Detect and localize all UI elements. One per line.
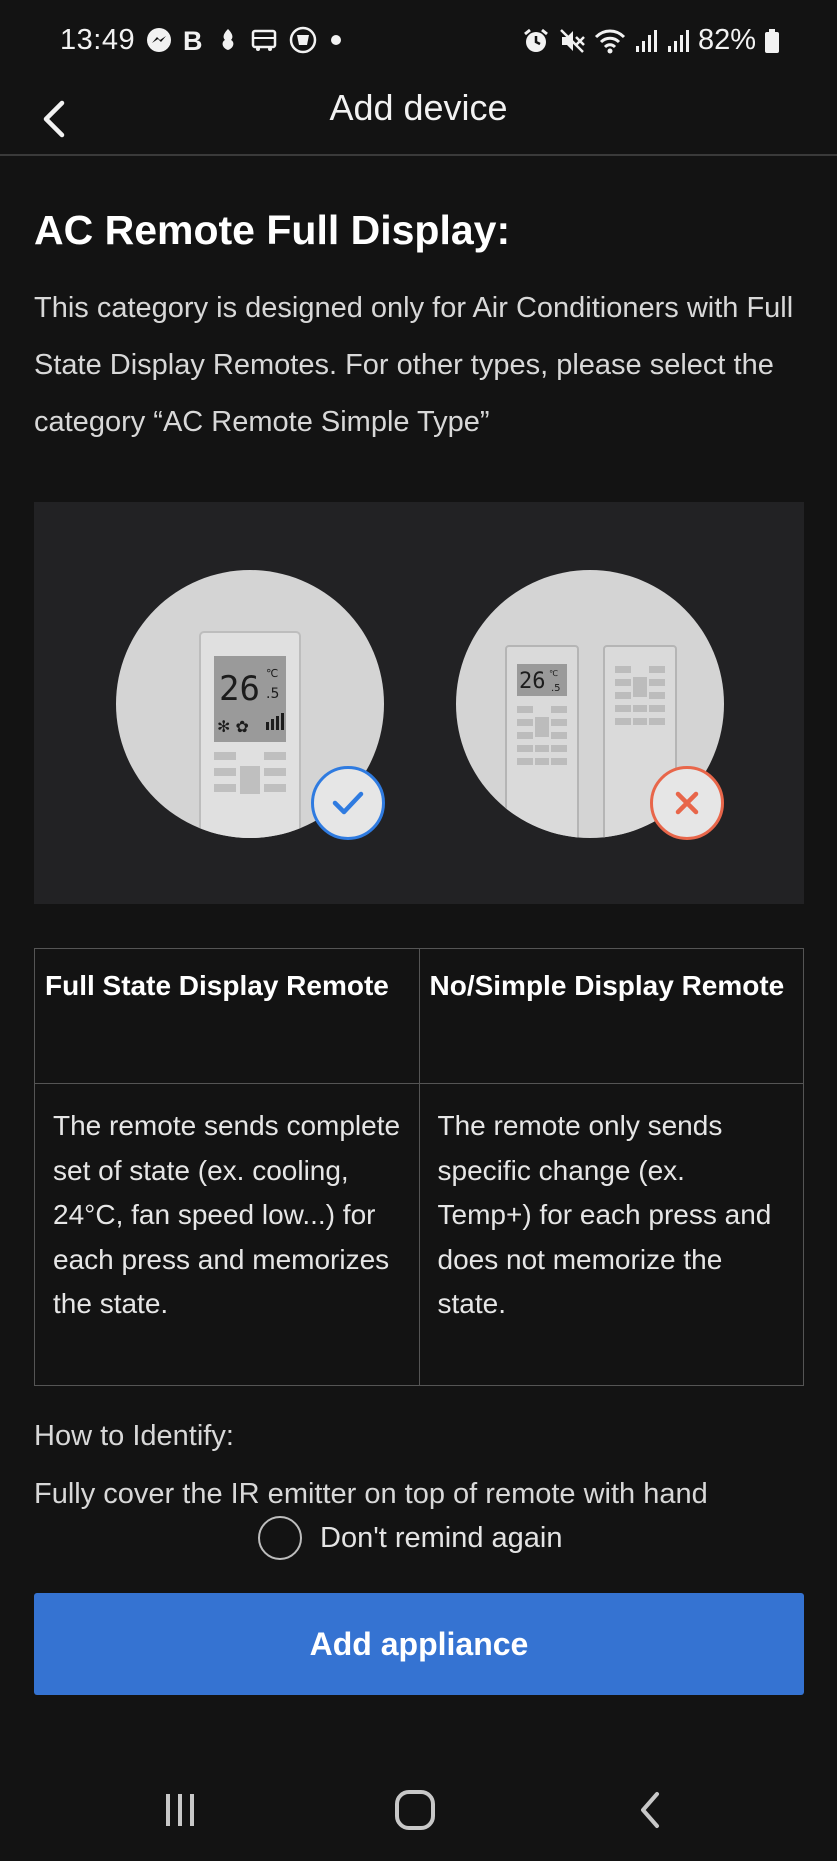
b-app-icon: B — [182, 27, 206, 53]
notification-icon — [216, 27, 240, 53]
recents-button[interactable] — [140, 1778, 220, 1842]
table-cell-full-description: The remote sends complete set of state (… — [34, 1083, 420, 1386]
home-icon — [395, 1790, 435, 1830]
home-button[interactable] — [375, 1778, 455, 1842]
status-system-icons: 82% — [522, 24, 780, 57]
main-content: AC Remote Full Display: This category is… — [34, 156, 804, 451]
recents-icon — [166, 1794, 194, 1826]
messenger-icon — [146, 27, 172, 53]
identify-text: Fully cover the IR emitter on top of rem… — [34, 1478, 708, 1510]
table-row: The remote sends complete set of state (… — [34, 1083, 804, 1386]
left-display-fraction: .5 — [266, 686, 279, 702]
dont-remind-radio[interactable] — [258, 1516, 302, 1560]
intro-text: This category is designed only for Air C… — [34, 292, 794, 438]
check-icon — [332, 791, 364, 815]
section-heading: AC Remote Full Display: — [34, 207, 511, 253]
signal-icon — [634, 28, 658, 54]
signal-icon — [666, 28, 690, 54]
page-title: Add device — [329, 87, 508, 128]
add-appliance-button[interactable]: Add appliance — [34, 1593, 804, 1695]
battery-icon — [764, 28, 780, 54]
dont-remind-label: Don't remind again — [320, 1521, 563, 1554]
left-display-temp: 26 — [219, 669, 260, 709]
emblem-icon — [288, 26, 318, 54]
dot-icon — [328, 32, 344, 48]
left-display-unit: ℃ — [266, 667, 278, 680]
unsupported-badge — [650, 766, 724, 840]
table-header-simple: No/Simple Display Remote — [418, 948, 804, 1084]
right-display-temp: 26 — [519, 669, 546, 694]
dont-remind-option[interactable]: Don't remind again — [258, 1515, 563, 1561]
remote-comparison-table: Full State Display Remote No/Simple Disp… — [34, 948, 804, 1386]
status-notification-icons: B — [146, 26, 344, 54]
identify-label: How to Identify: — [34, 1420, 234, 1452]
back-icon — [641, 1792, 659, 1828]
bus-icon — [250, 27, 278, 53]
right-display-fraction: .5 — [551, 683, 561, 694]
svg-text:B: B — [183, 27, 203, 53]
svg-text:✻ ✿: ✻ ✿ — [217, 717, 249, 736]
right-display-unit: ℃ — [549, 669, 558, 678]
system-nav-bar — [0, 1760, 837, 1861]
alarm-icon — [522, 27, 550, 55]
app-bar: Add device — [0, 84, 837, 156]
table-header-row: Full State Display Remote No/Simple Disp… — [34, 948, 804, 1084]
mute-icon — [558, 27, 586, 55]
table-cell-simple-description: The remote only sends specific change (e… — [418, 1083, 804, 1386]
battery-percentage: 82% — [697, 24, 756, 56]
status-time: 13:49 — [60, 24, 136, 56]
status-bar: 13:49 B 82% — [0, 0, 837, 84]
nav-back-button[interactable] — [610, 1778, 690, 1842]
table-header-full: Full State Display Remote — [34, 948, 420, 1084]
supported-badge — [311, 766, 385, 840]
remote-type-illustration: 26 ℃ .5 ✻ ✿ 26 ℃ .5 — [34, 502, 804, 904]
close-icon — [675, 791, 699, 815]
wifi-icon — [594, 27, 626, 55]
